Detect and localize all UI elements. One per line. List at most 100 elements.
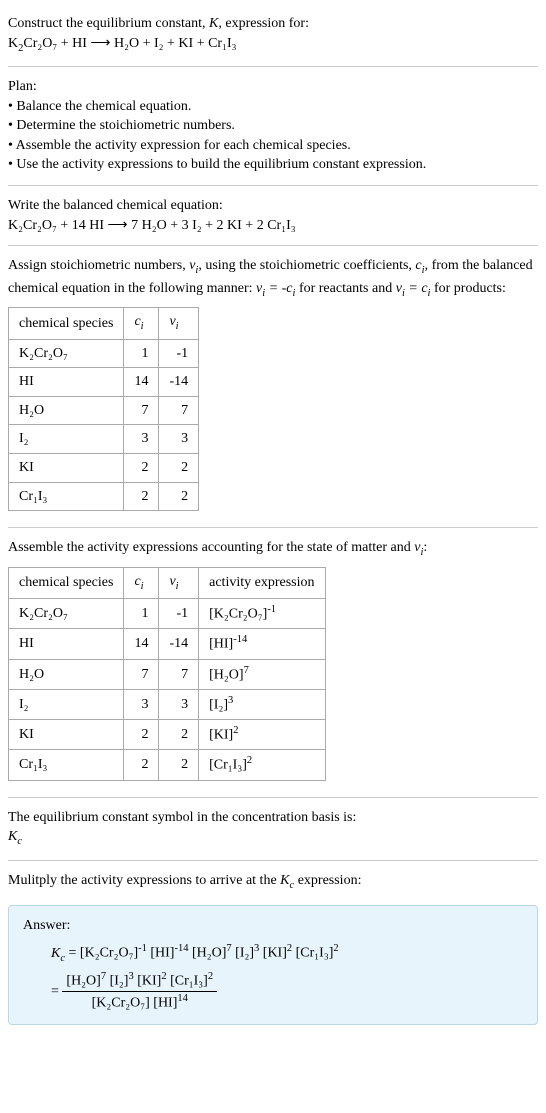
- nu-eq-neg-c: νi = -ci: [256, 281, 295, 296]
- activity-section: Assemble the activity expressions accoun…: [8, 532, 538, 792]
- answer-expression: Kc = [K₂Cr₂O₇]-1 [HI]-14 [H₂O]7 [I₂]3 [K…: [51, 942, 523, 1014]
- cell-species: KI: [9, 454, 124, 483]
- multiply-text: Mulitply the activity expressions to arr…: [8, 871, 538, 893]
- th-nui: νi: [159, 567, 199, 598]
- multiply-section: Mulitply the activity expressions to arr…: [8, 865, 538, 899]
- cell-activity: [KI]2: [199, 720, 325, 750]
- cell-activity: [HI]-14: [199, 629, 325, 659]
- balanced-section: Write the balanced chemical equation: K₂…: [8, 190, 538, 241]
- cell-species: Cr₁I₃: [9, 482, 124, 511]
- cell-c: 1: [124, 599, 159, 629]
- cell-activity: [H₂O]7: [199, 659, 325, 689]
- plan-section: Plan: • Balance the chemical equation. •…: [8, 71, 538, 181]
- symbol-kc: Kc: [8, 827, 538, 849]
- cell-c: 2: [124, 720, 159, 750]
- cell-v: 7: [159, 396, 199, 425]
- divider: [8, 245, 538, 246]
- cell-v: -1: [159, 599, 199, 629]
- cell-species: H₂O: [9, 396, 124, 425]
- stoich-p1b: , using the stoichiometric coefficients,: [198, 258, 415, 273]
- stoich-paragraph: Assign stoichiometric numbers, νi, using…: [8, 256, 538, 301]
- answer-line1: Kc = [K₂Cr₂O₇]-1 [HI]-14 [H₂O]7 [I₂]3 [K…: [51, 942, 523, 966]
- activity-title-b: :: [423, 540, 427, 555]
- kc-ans: Kc: [51, 946, 65, 961]
- th-species: chemical species: [9, 567, 124, 598]
- intro-text-b: , expression for:: [218, 16, 309, 31]
- fraction: [H₂O]7 [I₂]3 [KI]2 [Cr₁I₃]2 [K₂Cr₂O₇] [H…: [62, 970, 217, 1014]
- cell-c: 3: [124, 689, 159, 719]
- intro-k: K: [209, 16, 218, 31]
- activity-title: Assemble the activity expressions accoun…: [8, 538, 538, 560]
- divider: [8, 185, 538, 186]
- cell-c: 3: [124, 425, 159, 454]
- multiply-a: Mulitply the activity expressions to arr…: [8, 873, 280, 888]
- balanced-title: Write the balanced chemical equation:: [8, 196, 538, 216]
- table-row: I₂ 3 3: [9, 425, 199, 454]
- cell-c: 2: [124, 454, 159, 483]
- table-row: KI 2 2 [KI]2: [9, 720, 326, 750]
- c-i: ci: [415, 258, 424, 273]
- table-row: HI 14 -14 [HI]-14: [9, 629, 326, 659]
- cell-c: 7: [124, 659, 159, 689]
- cell-species: Cr₁I₃: [9, 750, 124, 780]
- cell-v: -14: [159, 368, 199, 397]
- activity-table: chemical species ci νi activity expressi…: [8, 567, 326, 781]
- cell-species: I₂: [9, 425, 124, 454]
- intro-eq-rest: Cr₂O₇ + HI ⟶ H₂O + I₂ + KI + Cr₁I₃: [23, 36, 236, 51]
- divider: [8, 860, 538, 861]
- cell-c: 1: [124, 339, 159, 368]
- stoich-p1e: for products:: [430, 281, 505, 296]
- cell-v: 2: [159, 720, 199, 750]
- intro-eq-lhs: K2: [8, 36, 23, 51]
- table-row: H₂O 7 7 [H₂O]7: [9, 659, 326, 689]
- kc-symbol: Kc: [8, 829, 22, 844]
- balanced-equation: K₂Cr₂O₇ + 14 HI ⟶ 7 H₂O + 3 I₂ + 2 KI + …: [8, 216, 538, 236]
- symbol-line1: The equilibrium constant symbol in the c…: [8, 808, 538, 828]
- table-row: HI 14 -14: [9, 368, 199, 397]
- table-row: I₂ 3 3 [I₂]3: [9, 689, 326, 719]
- th-activity: activity expression: [199, 567, 325, 598]
- cell-v: 2: [159, 454, 199, 483]
- stoich-section: Assign stoichiometric numbers, νi, using…: [8, 250, 538, 523]
- answer-line2: = [H₂O]7 [I₂]3 [KI]2 [Cr₁I₃]2 [K₂Cr₂O₇] …: [51, 970, 523, 1014]
- table-row: K₂Cr₂O₇ 1 -1 [K₂Cr₂O₇]-1: [9, 599, 326, 629]
- intro-line1: Construct the equilibrium constant, K, e…: [8, 14, 538, 34]
- cell-v: 3: [159, 689, 199, 719]
- table-row: Cr₁I₃ 2 2 [Cr₁I₃]2: [9, 750, 326, 780]
- multiply-b: expression:: [294, 873, 361, 888]
- answer-label: Answer:: [23, 916, 523, 936]
- cell-species: K₂Cr₂O₇: [9, 339, 124, 368]
- cell-activity: [I₂]3: [199, 689, 325, 719]
- intro-text-a: Construct the equilibrium constant,: [8, 16, 209, 31]
- cell-species: HI: [9, 368, 124, 397]
- th-nui: νi: [159, 308, 199, 339]
- eq-sign: =: [65, 946, 80, 961]
- cell-activity: [Cr₁I₃]2: [199, 750, 325, 780]
- plan-title: Plan:: [8, 77, 538, 97]
- cell-v: 2: [159, 750, 199, 780]
- th-species: chemical species: [9, 308, 124, 339]
- fraction-numerator: [H₂O]7 [I₂]3 [KI]2 [Cr₁I₃]2: [62, 970, 217, 992]
- cell-species: KI: [9, 720, 124, 750]
- fraction-denominator: [K₂Cr₂O₇] [HI]14: [62, 992, 217, 1013]
- divider: [8, 66, 538, 67]
- cell-species: I₂: [9, 689, 124, 719]
- table-header-row: chemical species ci νi activity expressi…: [9, 567, 326, 598]
- table-header-row: chemical species ci νi: [9, 308, 199, 339]
- intro-section: Construct the equilibrium constant, K, e…: [8, 8, 538, 62]
- cell-activity: [K₂Cr₂O₇]-1: [199, 599, 325, 629]
- cell-species: K₂Cr₂O₇: [9, 599, 124, 629]
- eq-sign-2: =: [51, 984, 62, 999]
- nu-eq-c: νi = ci: [396, 281, 431, 296]
- table-row: K₂Cr₂O₇ 1 -1: [9, 339, 199, 368]
- cell-c: 14: [124, 368, 159, 397]
- cell-c: 2: [124, 482, 159, 511]
- stoich-table: chemical species ci νi K₂Cr₂O₇ 1 -1 HI 1…: [8, 307, 199, 511]
- cell-species: HI: [9, 629, 124, 659]
- nu-i: νi: [189, 258, 198, 273]
- th-ci: ci: [124, 308, 159, 339]
- plan-bullet-4: • Use the activity expressions to build …: [8, 155, 538, 175]
- stoich-p1a: Assign stoichiometric numbers,: [8, 258, 189, 273]
- divider: [8, 797, 538, 798]
- intro-equation: K2Cr₂O₇ + HI ⟶ H₂O + I₂ + KI + Cr₁I₃: [8, 34, 538, 56]
